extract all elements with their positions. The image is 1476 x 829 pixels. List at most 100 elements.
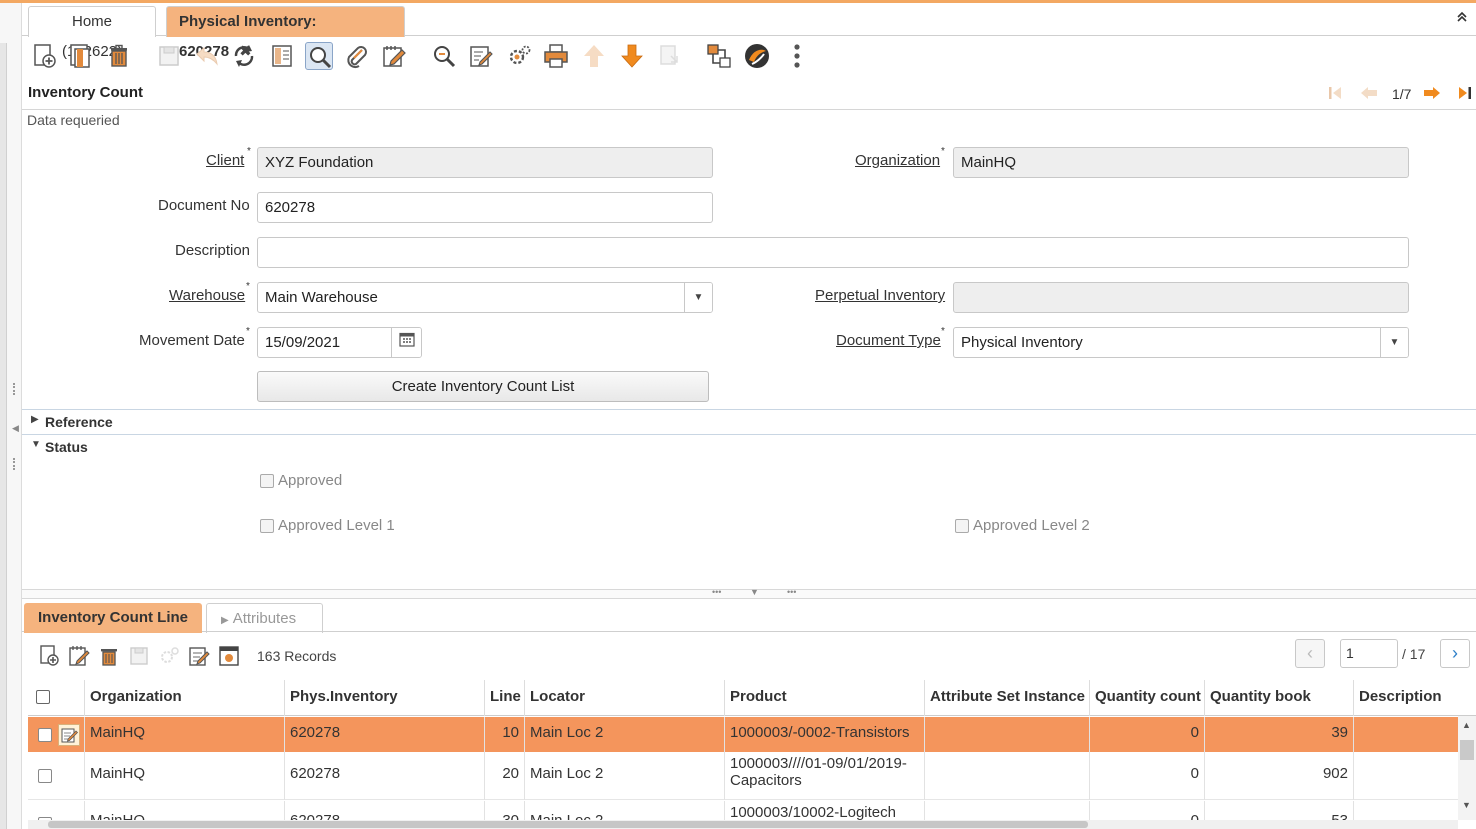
column-header[interactable]: Organization bbox=[84, 680, 284, 716]
tab-attributes[interactable]: ▶ Attributes bbox=[206, 603, 323, 633]
calendar-icon[interactable] bbox=[391, 328, 421, 357]
cell-organization: MainHQ bbox=[84, 801, 284, 820]
tab-inventory-count-line[interactable]: Inventory Count Line bbox=[24, 603, 202, 633]
delete-line-button[interactable] bbox=[97, 644, 121, 668]
cell-locator: Main Loc 2 bbox=[524, 801, 724, 820]
process-gear-icon[interactable] bbox=[505, 42, 533, 70]
cell-quantity-book: 39 bbox=[1204, 717, 1353, 752]
zoom-across-button[interactable] bbox=[430, 42, 458, 70]
client-field[interactable]: XYZ Foundation bbox=[257, 147, 713, 178]
required-mark: * bbox=[941, 326, 945, 337]
tab-home[interactable]: Home (162622) bbox=[28, 6, 156, 60]
left-scrollbar[interactable] bbox=[0, 43, 7, 829]
document-type-label[interactable]: Document Type bbox=[836, 332, 941, 349]
note-button[interactable] bbox=[380, 42, 408, 70]
table-row[interactable]: MainHQ 620278 10 Main Loc 2 1000003/-000… bbox=[28, 717, 1458, 752]
page-number-input[interactable]: 1 bbox=[1340, 639, 1398, 668]
column-header[interactable]: Locator bbox=[524, 680, 724, 716]
perpetual-inventory-label[interactable]: Perpetual Inventory bbox=[815, 287, 945, 304]
window-title-bar: Inventory Count 1/7 bbox=[22, 78, 1476, 110]
grip-icon[interactable] bbox=[13, 458, 16, 470]
warehouse-label[interactable]: Warehouse bbox=[169, 287, 245, 304]
column-header[interactable]: Phys.Inventory bbox=[284, 680, 484, 716]
more-options-icon[interactable] bbox=[785, 42, 813, 70]
grid-horizontal-scrollbar[interactable] bbox=[28, 820, 1458, 829]
approved-level-1-checkbox[interactable] bbox=[260, 519, 274, 533]
main-toolbar bbox=[22, 36, 1476, 78]
cell-quantity-count: 0 bbox=[1089, 801, 1204, 820]
document-no-field[interactable]: 620278 bbox=[257, 192, 713, 223]
splitter-toggle-icon[interactable]: ▼ bbox=[750, 587, 759, 597]
print-button[interactable] bbox=[542, 42, 570, 70]
previous-record-icon[interactable] bbox=[1359, 85, 1379, 106]
grid-toggle-button[interactable] bbox=[268, 42, 296, 70]
column-header[interactable]: Quantity book bbox=[1204, 680, 1353, 716]
description-field[interactable] bbox=[257, 237, 1409, 268]
detail-splitter[interactable]: ••• ▼ ••• bbox=[22, 587, 1476, 599]
detail-view-button[interactable] bbox=[217, 644, 241, 668]
first-record-icon[interactable] bbox=[1326, 85, 1344, 106]
undo-button[interactable] bbox=[193, 42, 221, 70]
next-record-icon[interactable] bbox=[1422, 85, 1442, 106]
chevron-down-icon[interactable]: ▼ bbox=[1380, 328, 1408, 357]
organization-label[interactable]: Organization bbox=[855, 152, 940, 169]
refresh-button[interactable] bbox=[230, 42, 258, 70]
scroll-up-icon[interactable]: ▲ bbox=[1462, 720, 1471, 730]
previous-record-up-icon[interactable] bbox=[580, 42, 608, 70]
select-all-checkbox[interactable] bbox=[36, 690, 50, 704]
edit-form-button[interactable] bbox=[467, 42, 495, 70]
chevron-down-icon[interactable]: ▼ bbox=[684, 283, 712, 312]
row-checkbox[interactable] bbox=[38, 769, 52, 783]
note-line-button[interactable] bbox=[187, 644, 211, 668]
cell-quantity-count: 0 bbox=[1089, 752, 1204, 800]
scroll-thumb[interactable] bbox=[48, 821, 1088, 828]
save-line-button[interactable] bbox=[127, 644, 151, 668]
section-reference[interactable]: ▶ Reference bbox=[22, 409, 1476, 433]
process-line-gear-icon[interactable] bbox=[157, 644, 181, 668]
row-edit-icon[interactable] bbox=[58, 724, 80, 746]
warehouse-select[interactable]: Main Warehouse ▼ bbox=[257, 282, 713, 313]
table-row[interactable]: MainHQ 620278 30 Main Loc 2 1000003/1000… bbox=[28, 801, 1458, 820]
workflow-icon[interactable] bbox=[705, 42, 733, 70]
column-header[interactable]: Description bbox=[1353, 680, 1476, 716]
find-button[interactable] bbox=[305, 42, 333, 70]
client-label[interactable]: Client bbox=[206, 152, 244, 169]
next-page-button[interactable]: › bbox=[1440, 639, 1470, 668]
movement-date-field[interactable]: 15/09/2021 bbox=[257, 327, 422, 358]
copy-record-button[interactable] bbox=[67, 42, 95, 70]
column-header[interactable]: Line bbox=[484, 680, 524, 716]
approved-level-2-checkbox[interactable] bbox=[955, 519, 969, 533]
warehouse-value: Main Warehouse bbox=[265, 289, 378, 306]
grip-icon[interactable] bbox=[13, 383, 16, 395]
row-checkbox[interactable] bbox=[38, 728, 52, 742]
perpetual-inventory-field[interactable] bbox=[953, 282, 1409, 313]
next-record-down-icon[interactable] bbox=[618, 42, 646, 70]
create-inventory-count-list-button[interactable]: Create Inventory Count List bbox=[257, 371, 709, 402]
column-header[interactable]: Attribute Set Instance bbox=[924, 680, 1089, 716]
parent-record-icon[interactable] bbox=[655, 42, 683, 70]
collapse-left-icon[interactable]: ◀ bbox=[12, 423, 19, 434]
delete-record-button[interactable] bbox=[105, 42, 133, 70]
scroll-down-icon[interactable]: ▼ bbox=[1462, 800, 1471, 810]
movement-date-label: Movement Date bbox=[139, 332, 245, 349]
previous-page-button[interactable]: ‹ bbox=[1295, 639, 1325, 668]
organization-field[interactable]: MainHQ bbox=[953, 147, 1409, 178]
grid-vertical-scrollbar[interactable]: ▲ ▼ bbox=[1458, 716, 1476, 820]
edit-line-button[interactable] bbox=[67, 644, 91, 668]
column-header[interactable]: Product bbox=[724, 680, 924, 716]
tab-physical-inventory[interactable]: Physical Inventory: 620278✖ bbox=[166, 6, 405, 60]
save-button[interactable] bbox=[155, 42, 183, 70]
approved-level-2-label: Approved Level 2 bbox=[973, 517, 1090, 534]
column-header[interactable]: Quantity count bbox=[1089, 680, 1204, 716]
section-status[interactable]: ▼ Status bbox=[22, 434, 1476, 458]
scroll-thumb[interactable] bbox=[1460, 740, 1474, 760]
attachment-button[interactable] bbox=[342, 42, 370, 70]
collapse-header-icon[interactable] bbox=[1456, 11, 1468, 26]
table-row[interactable]: MainHQ 620278 20 Main Loc 2 1000003////0… bbox=[28, 752, 1458, 800]
approved-checkbox[interactable] bbox=[260, 474, 274, 488]
document-type-select[interactable]: Physical Inventory ▼ bbox=[953, 327, 1409, 358]
new-record-button[interactable] bbox=[30, 42, 58, 70]
chat-logo-icon[interactable] bbox=[743, 42, 771, 70]
last-record-icon[interactable] bbox=[1456, 85, 1474, 106]
new-line-button[interactable] bbox=[37, 644, 61, 668]
